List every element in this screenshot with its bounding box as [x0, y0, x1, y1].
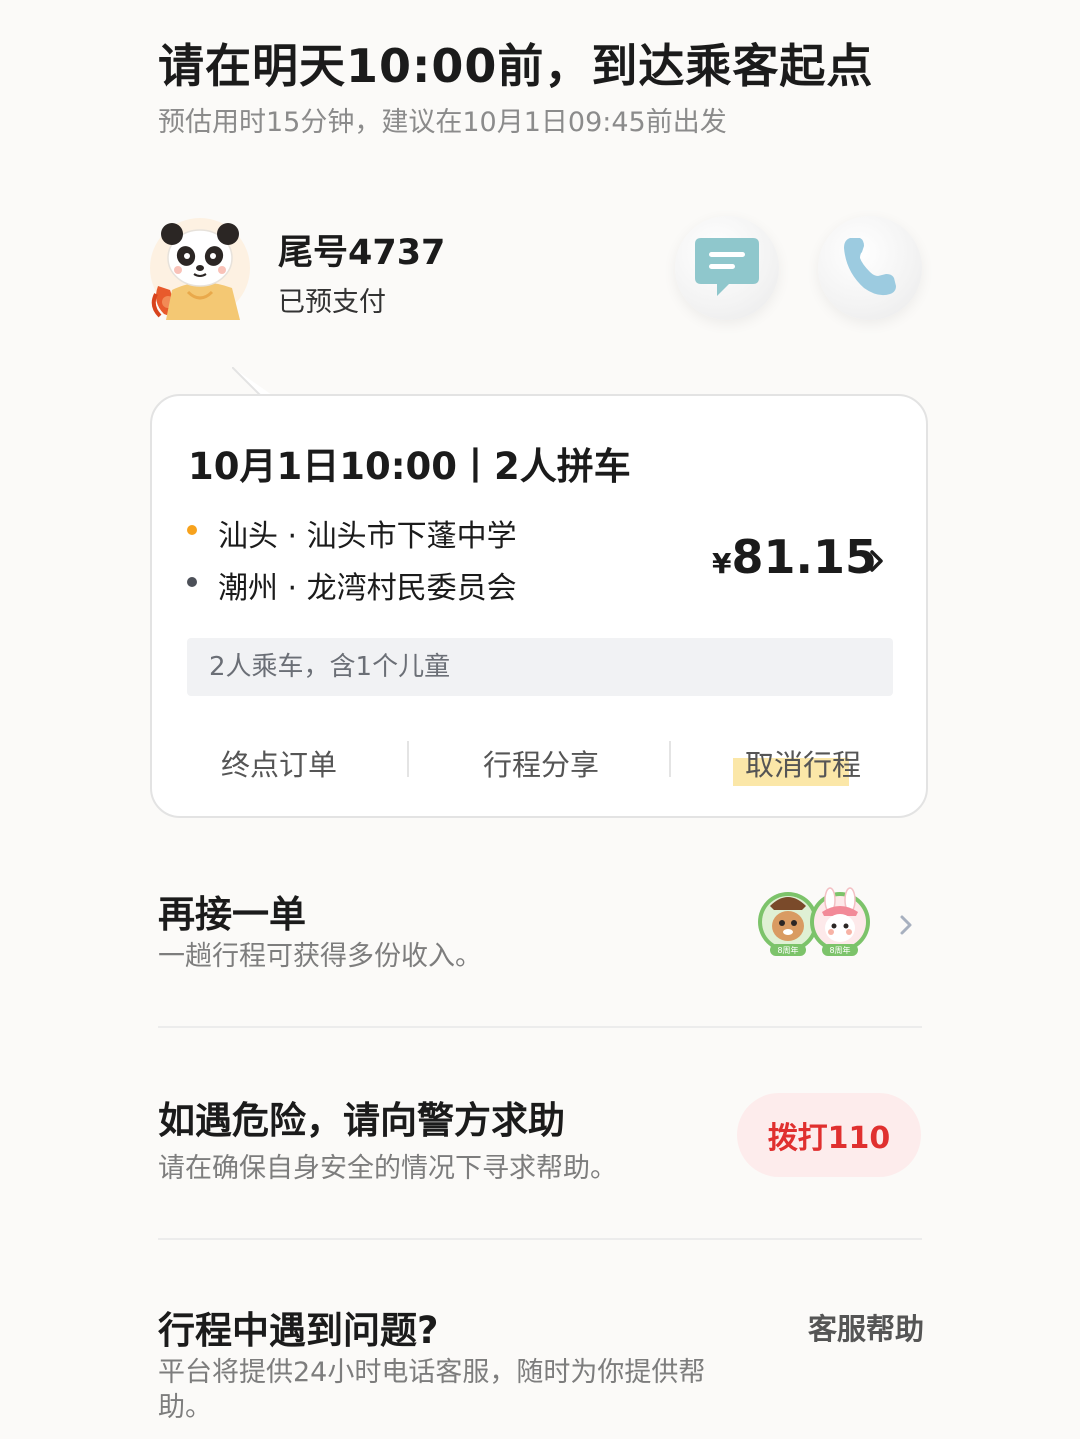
call-police-button[interactable]: 拨打110	[737, 1093, 921, 1177]
message-icon	[689, 228, 765, 308]
another-order-title: 再接一单	[158, 893, 306, 936]
phone-icon	[832, 228, 908, 308]
share-trip-button[interactable]: 行程分享	[483, 742, 599, 784]
section-divider	[158, 1026, 922, 1028]
chevron-right-icon[interactable]	[868, 548, 886, 574]
danger-title: 如遇危险，请向警方求助	[158, 1099, 565, 1142]
anniversary-badge-2: 8周年	[829, 945, 850, 955]
page-title: 请在明天10:00前，到达乘客起点	[158, 39, 874, 93]
anniversary-badge-1: 8周年	[777, 945, 798, 955]
section-divider	[158, 1238, 922, 1240]
anniversary-mascots-icon[interactable]: 8周年 8周年	[756, 886, 872, 958]
origin-dot	[187, 525, 197, 535]
eta-hint: 预估用时15分钟，建议在10月1日09:45前出发	[158, 107, 727, 138]
price-value: 81.15	[731, 530, 877, 584]
passenger-tail-number: 尾号4737	[278, 233, 446, 273]
passengers-note: 2人乘车，含1个儿童	[187, 638, 893, 696]
destination-order-button[interactable]: 终点订单	[221, 742, 337, 784]
action-divider	[669, 741, 671, 777]
trip-heading: 10月1日10:00丨2人拼车	[188, 445, 631, 488]
payment-status: 已预支付	[278, 287, 386, 318]
another-order-desc: 一趟行程可获得多份收入。	[158, 941, 482, 972]
message-button[interactable]	[675, 216, 779, 320]
card-notch	[231, 366, 272, 397]
help-desc: 平台将提供24小时电话客服，随时为你提供帮助。	[158, 1357, 706, 1423]
danger-desc: 请在确保自身安全的情况下寻求帮助。	[158, 1153, 617, 1184]
customer-service-link[interactable]: 客服帮助	[808, 1306, 924, 1348]
action-divider	[407, 741, 409, 777]
currency-symbol: ¥	[712, 547, 732, 580]
panda-avatar-icon	[148, 216, 252, 320]
trip-price[interactable]: ¥81.15	[712, 530, 877, 584]
call-button[interactable]	[818, 216, 922, 320]
cancel-trip-button[interactable]: 取消行程	[745, 742, 861, 784]
help-title: 行程中遇到问题?	[158, 1309, 439, 1352]
origin-address: 汕头 · 汕头市下蓬中学	[218, 519, 517, 554]
destination-address: 潮州 · 龙湾村民委员会	[218, 571, 517, 606]
destination-dot	[187, 577, 197, 587]
chevron-right-icon[interactable]	[898, 912, 914, 938]
